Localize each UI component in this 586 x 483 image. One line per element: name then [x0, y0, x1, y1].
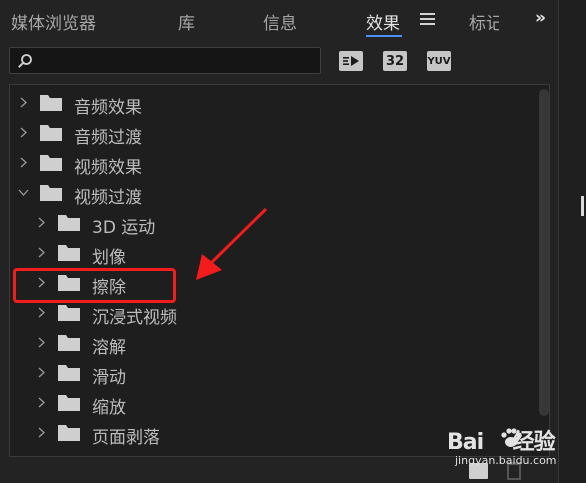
accelerated-effects-icon	[339, 51, 363, 71]
chevron-down-icon[interactable]	[18, 187, 29, 198]
tab-effects[interactable]: 效果	[366, 9, 400, 34]
chevron-right-icon[interactable]	[36, 367, 47, 378]
folder-icon	[58, 245, 80, 261]
tab-markers[interactable]: 标记	[469, 9, 499, 34]
tree-item-label: 音频效果	[74, 98, 142, 118]
tree-item[interactable]: 音频效果	[10, 89, 530, 119]
panel-tab-bar: 媒体浏览器 库 信息 效果 标记 »	[0, 0, 558, 42]
adjacent-panel	[559, 0, 586, 483]
tab-libraries[interactable]: 库	[178, 9, 195, 34]
folder-icon	[40, 95, 62, 111]
tree-item-label: 视频效果	[74, 158, 142, 178]
folder-icon	[58, 215, 80, 231]
active-tab-indicator	[366, 35, 402, 37]
folder-icon	[40, 185, 62, 201]
more-tabs-icon[interactable]: »	[535, 8, 546, 28]
search-field[interactable]	[9, 47, 321, 74]
folder-icon	[58, 395, 80, 411]
chevron-right-icon[interactable]	[36, 397, 47, 408]
annotation-arrow-icon	[196, 207, 268, 280]
32-bit-color-button[interactable]: 32	[383, 51, 407, 71]
folder-icon	[40, 155, 62, 171]
tree-item[interactable]: 视频效果	[10, 149, 530, 179]
scrollbar-thumb[interactable]	[539, 89, 549, 416]
chevron-right-icon[interactable]	[18, 127, 29, 138]
watermark-url: jingyan.baidu.com	[455, 454, 557, 467]
tree-item-label: 滑动	[92, 368, 126, 388]
folder-icon	[40, 125, 62, 141]
folder-icon	[58, 305, 80, 321]
effects-panel: 媒体浏览器 库 信息 效果 标记 » 32 YUV 页面剥落 缩放 滑动 溶解 沉浸式视…	[0, 0, 559, 483]
tab-media-browser[interactable]: 媒体浏览器	[11, 9, 96, 34]
tree-item[interactable]: 沉浸式视频	[10, 299, 530, 329]
chevron-right-icon[interactable]	[18, 157, 29, 168]
accelerated-effects-button[interactable]	[339, 51, 363, 71]
tree-item[interactable]: 溶解	[10, 329, 530, 359]
32-bit-color-icon: 32	[383, 51, 407, 71]
tree-item-label: 沉浸式视频	[92, 308, 177, 328]
baidu-watermark: Baidu经验 jingyan.baidu.com	[447, 424, 559, 476]
chevron-right-icon[interactable]	[18, 97, 29, 108]
tree-item[interactable]: 滑动	[10, 359, 530, 389]
panel-edge-marker	[581, 196, 584, 216]
chevron-right-icon[interactable]	[36, 427, 47, 438]
tree-item-label: 音频过渡	[74, 128, 142, 148]
tree-item-label: 溶解	[92, 338, 126, 358]
chevron-right-icon[interactable]	[36, 217, 47, 228]
tree-item-label: 缩放	[92, 398, 126, 418]
chevron-right-icon[interactable]	[36, 337, 47, 348]
tree-item-label: 3D 运动	[92, 218, 156, 238]
panel-menu-icon[interactable]	[420, 13, 435, 29]
chevron-right-icon[interactable]	[36, 307, 47, 318]
tree-item-label: 视频过渡	[74, 188, 142, 208]
tree-item-label: 划像	[92, 248, 126, 268]
tab-info[interactable]: 信息	[263, 9, 297, 34]
folder-icon	[58, 335, 80, 351]
search-icon	[18, 54, 32, 68]
highlight-box	[13, 268, 176, 303]
search-input[interactable]	[40, 50, 314, 72]
yuv-effects-icon: YUV	[427, 51, 451, 71]
folder-icon	[58, 365, 80, 381]
tree-item-label: 页面剥落	[92, 428, 160, 448]
folder-icon	[58, 425, 80, 441]
paw-icon	[501, 428, 522, 447]
scrollbar[interactable]	[539, 89, 549, 416]
chevron-right-icon[interactable]	[36, 247, 47, 258]
yuv-effects-button[interactable]: YUV	[427, 51, 451, 71]
tree-item[interactable]: 音频过渡	[10, 119, 530, 149]
tree-item[interactable]: 缩放	[10, 389, 530, 419]
